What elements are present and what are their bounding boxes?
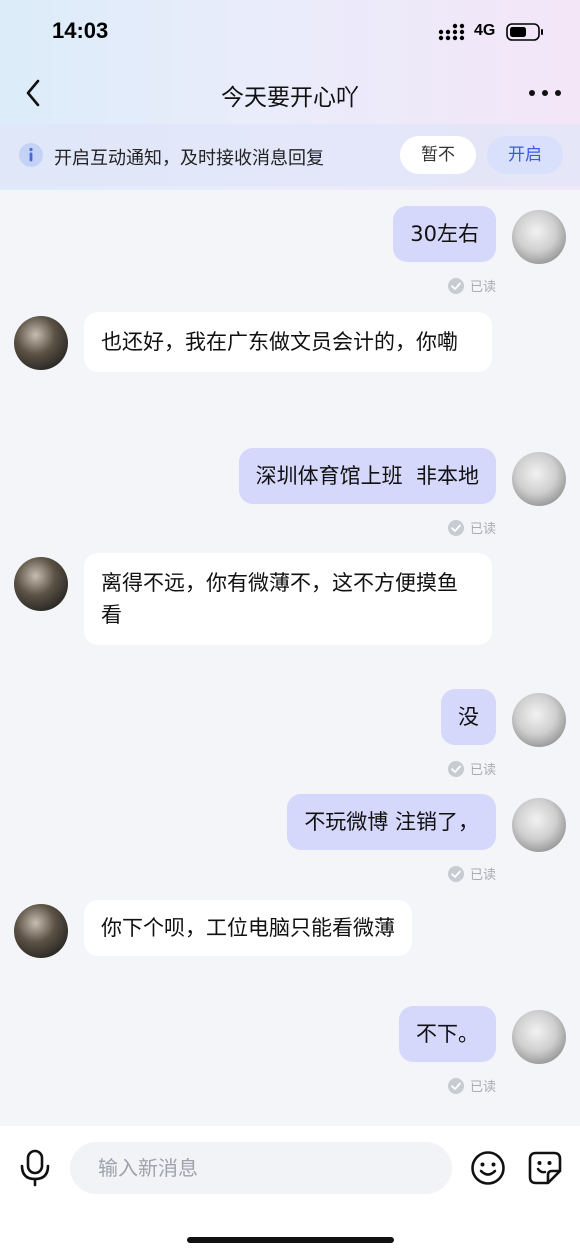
message-bubble[interactable]: 也还好，我在广东做文员会计的，你嘞 — [84, 312, 492, 372]
input-bar — [0, 1126, 580, 1255]
status-time: 14:03 — [52, 18, 109, 43]
info-icon — [19, 143, 43, 167]
read-receipt: 已读 — [447, 1076, 496, 1095]
read-receipt: 已读 — [447, 864, 496, 883]
read-status: 已读 — [469, 763, 496, 778]
home-indicator — [187, 1237, 394, 1243]
message-bubble[interactable]: 离得不远，你有微薄不，这不方便摸鱼看 — [84, 553, 492, 645]
read-status: 已读 — [469, 280, 496, 295]
contact-avatar[interactable] — [14, 557, 68, 611]
sticker-icon[interactable] — [527, 1150, 563, 1186]
status-bar: 14:03 4G — [0, 0, 580, 66]
self-avatar[interactable] — [512, 693, 566, 747]
self-avatar[interactable] — [512, 452, 566, 506]
message-bubble[interactable]: 深圳体育馆上班 非本地 — [238, 448, 496, 504]
chat-list[interactable]: 30左右 已读 也还好，我在广东做文员会计的，你嘞 深圳体育馆上班 非本地 已读… — [0, 190, 580, 1126]
self-avatar[interactable] — [512, 210, 566, 264]
message-bubble[interactable]: 不玩微博 注销了， — [287, 794, 496, 850]
read-status: 已读 — [469, 1080, 496, 1095]
check-circle-icon — [447, 865, 464, 882]
enable-notification-button[interactable]: 开启 — [487, 136, 563, 174]
contact-avatar[interactable] — [14, 316, 68, 370]
self-avatar[interactable] — [512, 1010, 566, 1064]
signal-icon — [438, 23, 465, 41]
message-bubble[interactable]: 你下个呗，工位电脑只能看微薄 — [84, 900, 412, 956]
read-status: 已读 — [469, 522, 496, 537]
network-label: 4G — [474, 22, 496, 39]
check-circle-icon — [447, 519, 464, 536]
read-receipt: 已读 — [447, 759, 496, 778]
read-receipt: 已读 — [447, 518, 496, 537]
check-circle-icon — [447, 1077, 464, 1094]
notification-text: 开启互动通知，及时接收消息回复 — [54, 148, 324, 169]
nav-bar: 今天要开心吖 — [0, 66, 580, 122]
read-receipt: 已读 — [447, 276, 496, 295]
message-bubble[interactable]: 不下。 — [399, 1006, 496, 1062]
message-bubble[interactable]: 30左右 — [393, 206, 496, 262]
microphone-icon[interactable] — [18, 1149, 52, 1187]
more-dots-icon[interactable] — [528, 88, 562, 98]
message-bubble[interactable]: 没 — [441, 689, 496, 745]
contact-avatar[interactable] — [14, 904, 68, 958]
later-button[interactable]: 暂不 — [400, 136, 476, 174]
check-circle-icon — [447, 760, 464, 777]
check-circle-icon — [447, 277, 464, 294]
message-input[interactable] — [70, 1142, 452, 1194]
self-avatar[interactable] — [512, 798, 566, 852]
notification-banner: 开启互动通知，及时接收消息回复 暂不 开启 — [0, 124, 580, 186]
battery-icon — [506, 23, 543, 41]
emoji-icon[interactable] — [470, 1150, 506, 1186]
read-status: 已读 — [469, 868, 496, 883]
chat-title: 今天要开心吖 — [221, 85, 359, 111]
